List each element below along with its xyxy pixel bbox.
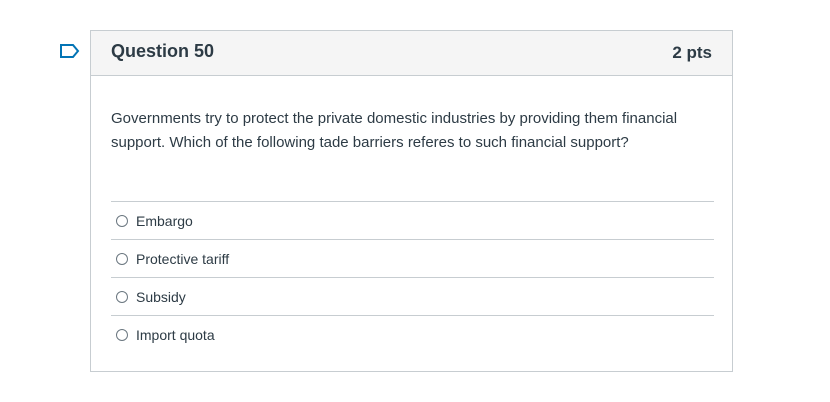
answer-option-embargo[interactable]: Embargo: [111, 201, 714, 239]
radio-button[interactable]: [116, 328, 128, 341]
question-text: Governments try to protect the private d…: [111, 110, 678, 151]
answer-option-protective-tariff[interactable]: Protective tariff: [111, 239, 714, 277]
question-card: Question 50 2 pts Governments try to pro…: [90, 30, 733, 372]
answer-list: Embargo Protective tariff Subsidy Import…: [111, 201, 714, 353]
radio-button[interactable]: [116, 214, 128, 227]
answer-option-subsidy[interactable]: Subsidy: [111, 277, 714, 315]
question-header: Question 50 2 pts: [91, 31, 732, 76]
answer-option-import-quota[interactable]: Import quota: [111, 315, 714, 353]
answer-label: Embargo: [136, 212, 193, 229]
question-title: Question 50: [111, 41, 215, 61]
radio-button[interactable]: [116, 252, 128, 265]
answer-label: Import quota: [136, 326, 215, 343]
flag-question-icon[interactable]: [58, 42, 82, 60]
answer-label: Protective tariff: [136, 250, 230, 267]
question-points: 2 pts: [672, 43, 712, 62]
radio-button[interactable]: [116, 290, 128, 303]
answer-label: Subsidy: [136, 288, 186, 305]
